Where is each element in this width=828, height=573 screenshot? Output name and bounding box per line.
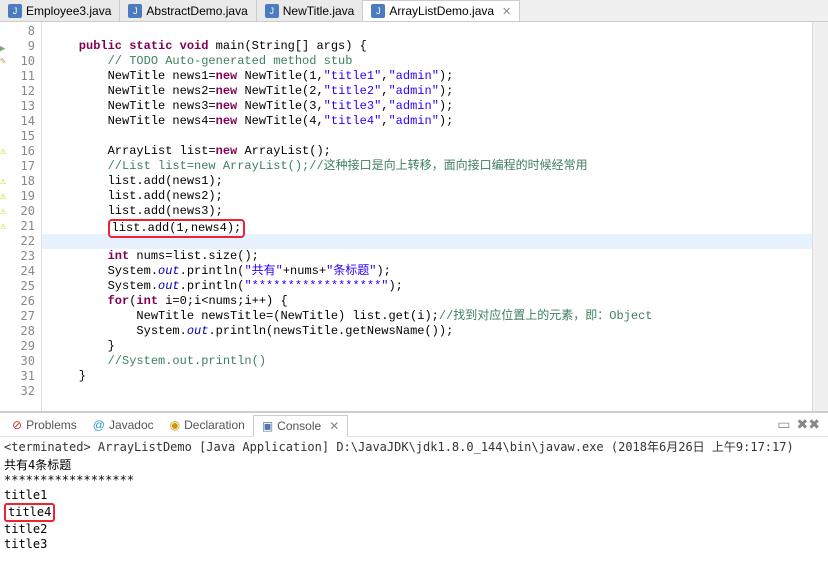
gutter-line: 8	[0, 24, 41, 39]
vertical-scrollbar[interactable]	[812, 22, 828, 411]
gutter-line: 25	[0, 279, 41, 294]
java-file-icon: J	[265, 4, 279, 18]
remove-launch-icon[interactable]: ▭	[777, 416, 790, 433]
gutter-line: 23	[0, 249, 41, 264]
gutter-line: 14	[0, 114, 41, 129]
tab-problems[interactable]: ⊘ Problems	[4, 415, 85, 435]
tab-label: Employee3.java	[26, 4, 111, 18]
gutter-line: 20⚠	[0, 204, 41, 219]
console-icon: ▣	[262, 419, 273, 433]
console-output: 共有4条标题 ****************** title1 title4 …	[0, 456, 828, 554]
line-gutter: 8 9▶ 10✎ 11 12 13 14 15 16⚠ 17 18⚠ 19⚠ 2…	[0, 22, 42, 411]
problems-icon: ⊘	[12, 418, 22, 432]
gutter-line: 12	[0, 84, 41, 99]
tab-newtitle[interactable]: J NewTitle.java	[257, 0, 364, 21]
java-file-icon: J	[371, 4, 385, 18]
tab-declaration[interactable]: ◉ Declaration	[162, 415, 253, 435]
code-editor[interactable]: public static void main(String[] args) {…	[42, 22, 812, 411]
code-line: NewTitle news1=new NewTitle(1,"title1","…	[42, 69, 812, 84]
gutter-line: 22	[0, 234, 41, 249]
gutter-line: 10✎	[0, 54, 41, 69]
code-line: System.out.println(newsTitle.getNewsName…	[42, 324, 812, 339]
gutter-line: 15	[0, 129, 41, 144]
console-line: title1	[0, 488, 828, 503]
gutter-line: 16⚠	[0, 144, 41, 159]
editor-tabs: J Employee3.java J AbstractDemo.java J N…	[0, 0, 828, 22]
gutter-line: 32	[0, 384, 41, 399]
code-line: //List list=new ArrayList();//这种接口是向上转移，…	[42, 159, 812, 174]
code-line: NewTitle news4=new NewTitle(4,"title4","…	[42, 114, 812, 129]
code-line: list.add(1,news4);	[42, 219, 812, 234]
code-line: }	[42, 339, 812, 354]
gutter-line: 24	[0, 264, 41, 279]
gutter-line: 29	[0, 339, 41, 354]
editor-area: 8 9▶ 10✎ 11 12 13 14 15 16⚠ 17 18⚠ 19⚠ 2…	[0, 22, 828, 412]
gutter-line: 13	[0, 99, 41, 114]
code-line: list.add(news2);	[42, 189, 812, 204]
java-file-icon: J	[8, 4, 22, 18]
remove-all-launches-icon[interactable]: ✖✖	[797, 416, 820, 433]
code-line	[42, 384, 812, 399]
panel-tabs: ⊘ Problems @ Javadoc ◉ Declaration ▣ Con…	[0, 413, 828, 437]
gutter-line: 11	[0, 69, 41, 84]
code-line: //System.out.println()	[42, 354, 812, 369]
tab-arraylistdemo[interactable]: J ArrayListDemo.java ✕	[363, 0, 520, 21]
ptab-label: Console	[277, 419, 321, 433]
ptab-label: Problems	[26, 418, 77, 432]
highlight-box: list.add(1,news4);	[108, 219, 246, 238]
panel-actions: ▭ ✖✖	[777, 416, 824, 433]
console-line: ******************	[0, 473, 828, 488]
code-line: ArrayList list=new ArrayList();	[42, 144, 812, 159]
ptab-label: Javadoc	[109, 418, 154, 432]
code-line: System.out.println("******************")…	[42, 279, 812, 294]
close-icon[interactable]: ✕	[502, 5, 511, 18]
console-line: title2	[0, 522, 828, 537]
console-line: title4	[0, 503, 828, 522]
code-line: NewTitle news2=new NewTitle(2,"title2","…	[42, 84, 812, 99]
declaration-icon: ◉	[170, 418, 180, 432]
gutter-line: 19⚠	[0, 189, 41, 204]
gutter-line: 30	[0, 354, 41, 369]
gutter-line: 27	[0, 309, 41, 324]
code-line: int nums=list.size();	[42, 249, 812, 264]
code-line: public static void main(String[] args) {	[42, 39, 812, 54]
gutter-line: 31	[0, 369, 41, 384]
code-line: }	[42, 369, 812, 384]
code-line: NewTitle news3=new NewTitle(3,"title3","…	[42, 99, 812, 114]
code-line: list.add(news1);	[42, 174, 812, 189]
tab-label: AbstractDemo.java	[146, 4, 247, 18]
javadoc-icon: @	[93, 418, 105, 432]
gutter-line: 18⚠	[0, 174, 41, 189]
code-line	[42, 129, 812, 144]
highlight-box: title4	[4, 503, 55, 522]
tab-javadoc[interactable]: @ Javadoc	[85, 415, 162, 435]
ptab-label: Declaration	[184, 418, 245, 432]
console-line: 共有4条标题	[0, 458, 828, 473]
gutter-line: 9▶	[0, 39, 41, 54]
tab-console[interactable]: ▣ Console ✕	[253, 415, 348, 437]
console-terminated-line: <terminated> ArrayListDemo [Java Applica…	[0, 437, 828, 456]
gutter-line: 17	[0, 159, 41, 174]
code-line: // TODO Auto-generated method stub	[42, 54, 812, 69]
java-file-icon: J	[128, 4, 142, 18]
code-line: NewTitle newsTitle=(NewTitle) list.get(i…	[42, 309, 812, 324]
code-line	[42, 24, 812, 39]
code-line: for(int i=0;i<nums;i++) {	[42, 294, 812, 309]
gutter-line: 21⚠	[0, 219, 41, 234]
code-line: list.add(news3);	[42, 204, 812, 219]
close-icon[interactable]: ✕	[329, 419, 339, 433]
gutter-line: 26	[0, 294, 41, 309]
console-line: title3	[0, 537, 828, 552]
gutter-line: 28	[0, 324, 41, 339]
tab-label: ArrayListDemo.java	[389, 4, 494, 18]
tab-label: NewTitle.java	[283, 4, 355, 18]
code-line: System.out.println("共有"+nums+"条标题");	[42, 264, 812, 279]
bottom-panel: ⊘ Problems @ Javadoc ◉ Declaration ▣ Con…	[0, 412, 828, 554]
tab-abstractdemo[interactable]: J AbstractDemo.java	[120, 0, 256, 21]
tab-employee3[interactable]: J Employee3.java	[0, 0, 120, 21]
